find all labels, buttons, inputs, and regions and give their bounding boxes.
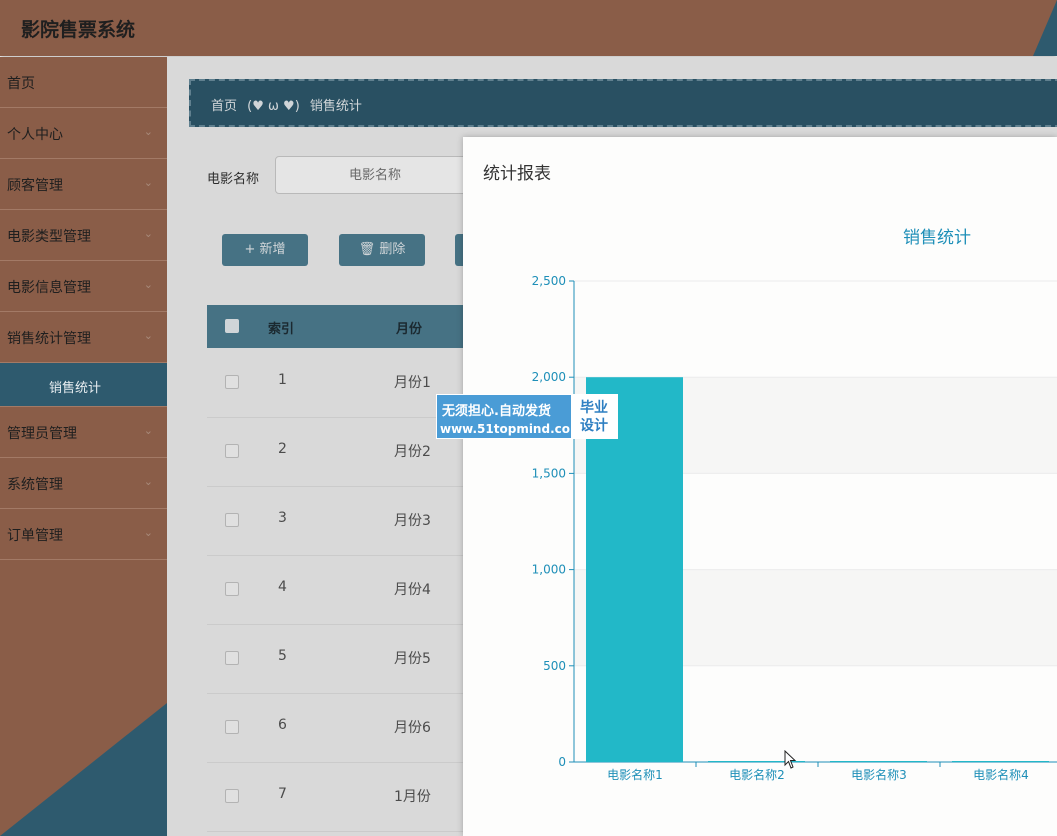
sidebar: 首页 个人中心 ⌄ 顾客管理 ⌄ 电影类型管理 ⌄ 电影信息管理 ⌄ 销售统计管… xyxy=(0,57,167,836)
x-tick-label: 电影名称1 xyxy=(607,767,663,782)
sidebar-item-movie-info[interactable]: 电影信息管理 ⌄ xyxy=(0,261,167,312)
watermark-box: 毕业 设计 xyxy=(571,395,617,438)
sidebar-item-label: 订单管理 xyxy=(7,528,63,544)
sidebar-item-label: 顾客管理 xyxy=(7,178,63,194)
chevron-down-icon: ⌄ xyxy=(143,227,153,240)
sidebar-item-system[interactable]: 系统管理 ⌄ xyxy=(0,458,167,509)
sidebar-subitem-sales-stats[interactable]: 销售统计 xyxy=(0,363,167,407)
statistics-report-modal: 统计报表 销售统计 0 500 1,000 1,500 2,000 2,500 电影名称1 电… xyxy=(463,137,1057,836)
chevron-down-icon: ⌄ xyxy=(143,176,153,189)
y-tick-label: 2,000 xyxy=(532,370,566,384)
mouse-cursor-icon xyxy=(784,750,797,769)
x-tick-label: 电影名称3 xyxy=(851,767,907,782)
chevron-down-icon: ⌄ xyxy=(143,329,153,342)
sidebar-item-admin[interactable]: 管理员管理 ⌄ xyxy=(0,407,167,458)
watermark-line1: 无须担心.自动发货 xyxy=(442,404,551,419)
sidebar-item-label: 电影信息管理 xyxy=(7,280,91,296)
sidebar-item-label: 首页 xyxy=(7,76,35,92)
sidebar-item-customer[interactable]: 顾客管理 ⌄ xyxy=(0,159,167,210)
app-title: 影院售票系统 xyxy=(21,19,136,41)
header-corner-decoration xyxy=(1033,0,1057,56)
watermark-line2: www.51topmind.com xyxy=(440,422,583,436)
sidebar-item-label: 销售统计管理 xyxy=(7,331,91,347)
sidebar-item-label: 系统管理 xyxy=(7,477,63,493)
sidebar-item-home[interactable]: 首页 xyxy=(0,57,167,108)
sidebar-item-label: 管理员管理 xyxy=(7,426,77,442)
y-tick-label: 1,500 xyxy=(532,466,566,480)
sidebar-item-label: 个人中心 xyxy=(7,127,63,143)
y-tick-label: 1,000 xyxy=(532,563,566,577)
bar xyxy=(952,761,1049,762)
sales-bar-chart: 0 500 1,000 1,500 2,000 2,500 电影名称1 电影名称2 电影名称3 电… xyxy=(532,274,1057,782)
y-tick-label: 500 xyxy=(543,659,566,673)
watermark-badge: 无须担心.自动发货 www.51topmind.com 毕业 设计 xyxy=(436,394,618,439)
chevron-down-icon: ⌄ xyxy=(143,125,153,138)
chevron-down-icon: ⌄ xyxy=(143,526,153,539)
sidebar-subitem-label: 销售统计 xyxy=(49,381,102,396)
sidebar-item-orders[interactable]: 订单管理 ⌄ xyxy=(0,509,167,560)
top-header: 影院售票系统 xyxy=(0,0,1057,56)
chevron-down-icon: ⌄ xyxy=(143,278,153,291)
y-tick-label: 2,500 xyxy=(532,274,566,288)
x-tick-label: 电影名称2 xyxy=(729,767,785,782)
bar xyxy=(830,761,927,762)
sidebar-item-personal-center[interactable]: 个人中心 ⌄ xyxy=(0,108,167,159)
sidebar-corner-decoration xyxy=(0,703,167,836)
x-tick-label: 电影名称4 xyxy=(973,767,1029,782)
y-tick-label: 0 xyxy=(558,755,566,769)
sidebar-item-sales-stats[interactable]: 销售统计管理 ⌄ xyxy=(0,312,167,363)
sidebar-item-movie-type[interactable]: 电影类型管理 ⌄ xyxy=(0,210,167,261)
watermark-box-line1: 毕业 xyxy=(580,400,608,416)
watermark-box-line2: 设计 xyxy=(580,418,608,434)
sidebar-item-label: 电影类型管理 xyxy=(7,229,91,245)
chevron-down-icon: ⌄ xyxy=(143,475,153,488)
chevron-down-icon: ⌄ xyxy=(143,424,153,437)
